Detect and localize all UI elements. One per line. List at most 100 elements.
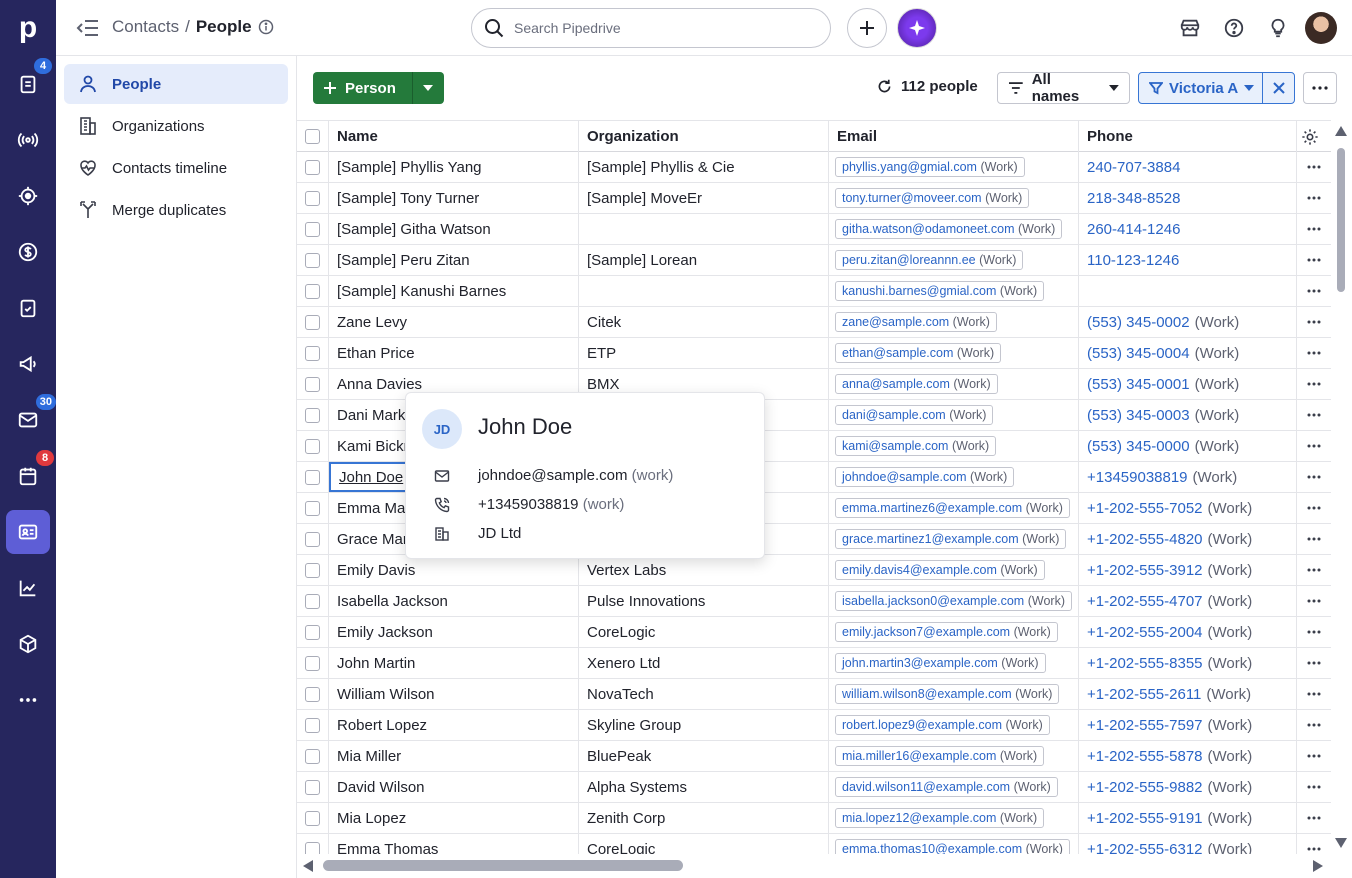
phone-number[interactable]: +1-202-555-5878 bbox=[1087, 748, 1203, 765]
email-chip[interactable]: dani@sample.com (Work) bbox=[835, 405, 994, 425]
email-cell[interactable]: grace.martinez1@example.com (Work) bbox=[829, 524, 1079, 554]
person-name[interactable]: Dani Mark bbox=[337, 407, 405, 424]
card-person-name[interactable]: John Doe bbox=[478, 414, 572, 440]
organization-cell[interactable]: [Sample] MoveEr bbox=[579, 183, 829, 213]
phone-cell[interactable]: (553) 345-0003 (Work) bbox=[1079, 400, 1297, 430]
phone-cell[interactable]: 218-348-8528 bbox=[1079, 183, 1297, 213]
phone-cell[interactable]: +1-202-555-3912 (Work) bbox=[1079, 555, 1297, 585]
person-name-cell[interactable]: Emily Davis bbox=[329, 555, 579, 585]
phone-number[interactable]: (553) 345-0004 bbox=[1087, 345, 1190, 362]
row-checkbox[interactable] bbox=[305, 624, 320, 640]
email-cell[interactable]: peru.zitan@loreannn.ee (Work) bbox=[829, 245, 1079, 275]
phone-cell[interactable]: +1-202-555-6312 (Work) bbox=[1079, 834, 1297, 854]
row-actions-button[interactable] bbox=[1297, 462, 1331, 492]
scroll-left-icon[interactable] bbox=[303, 860, 313, 872]
row-actions-button[interactable] bbox=[1297, 741, 1331, 771]
search-input[interactable] bbox=[514, 20, 804, 36]
scroll-right-icon[interactable] bbox=[1313, 860, 1323, 872]
phone-number[interactable]: (553) 345-0003 bbox=[1087, 407, 1190, 424]
organization-name[interactable]: NovaTech bbox=[587, 686, 654, 703]
email-cell[interactable]: emily.davis4@example.com (Work) bbox=[829, 555, 1079, 585]
table-row[interactable]: Ethan Price ETP ethan@sample.com (Work) (55… bbox=[297, 338, 1331, 369]
phone-number[interactable]: 240-707-3884 bbox=[1087, 159, 1180, 176]
email-cell[interactable]: emily.jackson7@example.com (Work) bbox=[829, 617, 1079, 647]
row-checkbox[interactable] bbox=[305, 314, 320, 330]
row-actions-button[interactable] bbox=[1297, 400, 1331, 430]
row-checkbox[interactable] bbox=[305, 283, 320, 299]
email-chip[interactable]: johndoe@sample.com (Work) bbox=[835, 467, 1015, 487]
row-checkbox[interactable] bbox=[305, 438, 320, 454]
rail-insights-button[interactable] bbox=[6, 566, 50, 610]
person-name-cell[interactable]: [Sample] Peru Zitan bbox=[329, 245, 579, 275]
row-checkbox[interactable] bbox=[305, 779, 320, 795]
person-name[interactable]: Kami Bickn bbox=[337, 438, 412, 455]
table-row[interactable]: Zane Levy Citek zane@sample.com (Work) (553… bbox=[297, 307, 1331, 338]
email-chip[interactable]: zane@sample.com (Work) bbox=[835, 312, 997, 332]
vertical-scroll-thumb[interactable] bbox=[1337, 148, 1345, 292]
row-actions-button[interactable] bbox=[1297, 431, 1331, 461]
organization-cell[interactable]: [Sample] Phyllis & Cie bbox=[579, 152, 829, 182]
person-name[interactable]: Emma Mar bbox=[337, 500, 410, 517]
organization-cell[interactable]: ETP bbox=[579, 338, 829, 368]
marketplace-button[interactable] bbox=[1176, 14, 1204, 42]
row-checkbox[interactable] bbox=[305, 531, 320, 547]
sidebar-item-people[interactable]: People bbox=[64, 64, 288, 104]
table-row[interactable]: Isabella Jackson Pulse Innovations isabell… bbox=[297, 586, 1331, 617]
table-row[interactable]: [Sample] Tony Turner [Sample] MoveEr tony.… bbox=[297, 183, 1331, 214]
row-actions-button[interactable] bbox=[1297, 555, 1331, 585]
phone-number[interactable]: (553) 345-0001 bbox=[1087, 376, 1190, 393]
email-cell[interactable]: mia.miller16@example.com (Work) bbox=[829, 741, 1079, 771]
row-checkbox[interactable] bbox=[305, 376, 320, 392]
row-checkbox[interactable] bbox=[305, 593, 320, 609]
refresh-icon[interactable] bbox=[876, 78, 893, 95]
phone-number[interactable]: +1-202-555-4820 bbox=[1087, 531, 1203, 548]
card-email[interactable]: johndoe@sample.com bbox=[478, 467, 627, 484]
column-settings-gear-icon[interactable] bbox=[1301, 128, 1319, 146]
table-row[interactable]: Mia Lopez Zenith Corp mia.lopez12@example.… bbox=[297, 803, 1331, 834]
email-cell[interactable]: david.wilson11@example.com (Work) bbox=[829, 772, 1079, 802]
row-checkbox[interactable] bbox=[305, 345, 320, 361]
rail-mail-button[interactable]: 30 bbox=[6, 394, 56, 442]
phone-number[interactable]: 218-348-8528 bbox=[1087, 190, 1180, 207]
email-chip[interactable]: william.wilson8@example.com (Work) bbox=[835, 684, 1060, 704]
organization-name[interactable]: Pulse Innovations bbox=[587, 593, 705, 610]
phone-cell[interactable]: (553) 345-0000 (Work) bbox=[1079, 431, 1297, 461]
phone-cell[interactable]: +1-202-555-4820 (Work) bbox=[1079, 524, 1297, 554]
person-name-cell[interactable]: [Sample] Githa Watson bbox=[329, 214, 579, 244]
table-row[interactable]: Robert Lopez Skyline Group robert.lopez9@e… bbox=[297, 710, 1331, 741]
row-actions-button[interactable] bbox=[1297, 338, 1331, 368]
email-chip[interactable]: peru.zitan@loreannn.ee (Work) bbox=[835, 250, 1024, 270]
rail-leads-button[interactable] bbox=[6, 118, 50, 162]
row-actions-button[interactable] bbox=[1297, 276, 1331, 306]
email-cell[interactable]: robert.lopez9@example.com (Work) bbox=[829, 710, 1079, 740]
email-chip[interactable]: kami@sample.com (Work) bbox=[835, 436, 997, 456]
rail-activities-button[interactable]: 4 bbox=[6, 58, 52, 106]
email-cell[interactable]: mia.lopez12@example.com (Work) bbox=[829, 803, 1079, 833]
table-row[interactable]: Emily Jackson CoreLogic emily.jackson7@exa… bbox=[297, 617, 1331, 648]
row-actions-button[interactable] bbox=[1297, 648, 1331, 678]
organization-cell[interactable]: CoreLogic bbox=[579, 617, 829, 647]
phone-cell[interactable]: +1-202-555-4707 (Work) bbox=[1079, 586, 1297, 616]
email-cell[interactable]: william.wilson8@example.com (Work) bbox=[829, 679, 1079, 709]
row-actions-button[interactable] bbox=[1297, 834, 1331, 854]
phone-number[interactable]: +1-202-555-4707 bbox=[1087, 593, 1203, 610]
email-chip[interactable]: robert.lopez9@example.com (Work) bbox=[835, 715, 1050, 735]
email-cell[interactable]: kanushi.barnes@gmial.com (Work) bbox=[829, 276, 1079, 306]
organization-cell[interactable]: Skyline Group bbox=[579, 710, 829, 740]
row-checkbox[interactable] bbox=[305, 841, 320, 854]
email-chip[interactable]: kanushi.barnes@gmial.com (Work) bbox=[835, 281, 1045, 301]
phone-cell[interactable]: +1-202-555-9882 (Work) bbox=[1079, 772, 1297, 802]
row-actions-button[interactable] bbox=[1297, 679, 1331, 709]
row-checkbox[interactable] bbox=[305, 686, 320, 702]
scroll-down-icon[interactable] bbox=[1335, 838, 1347, 848]
email-cell[interactable]: githa.watson@odamoneet.com (Work) bbox=[829, 214, 1079, 244]
row-actions-button[interactable] bbox=[1297, 803, 1331, 833]
person-name[interactable]: Isabella Jackson bbox=[337, 593, 448, 610]
phone-number[interactable]: 260-414-1246 bbox=[1087, 221, 1180, 238]
table-row[interactable]: [Sample] Peru Zitan [Sample] Lorean peru.z… bbox=[297, 245, 1331, 276]
more-actions-button[interactable] bbox=[1303, 72, 1337, 104]
person-name[interactable]: John Doe bbox=[339, 469, 403, 486]
phone-cell[interactable]: +1-202-555-7052 (Work) bbox=[1079, 493, 1297, 523]
owner-filter-dropdown[interactable]: Victoria A bbox=[1139, 73, 1263, 103]
email-chip[interactable]: john.martin3@example.com (Work) bbox=[835, 653, 1046, 673]
